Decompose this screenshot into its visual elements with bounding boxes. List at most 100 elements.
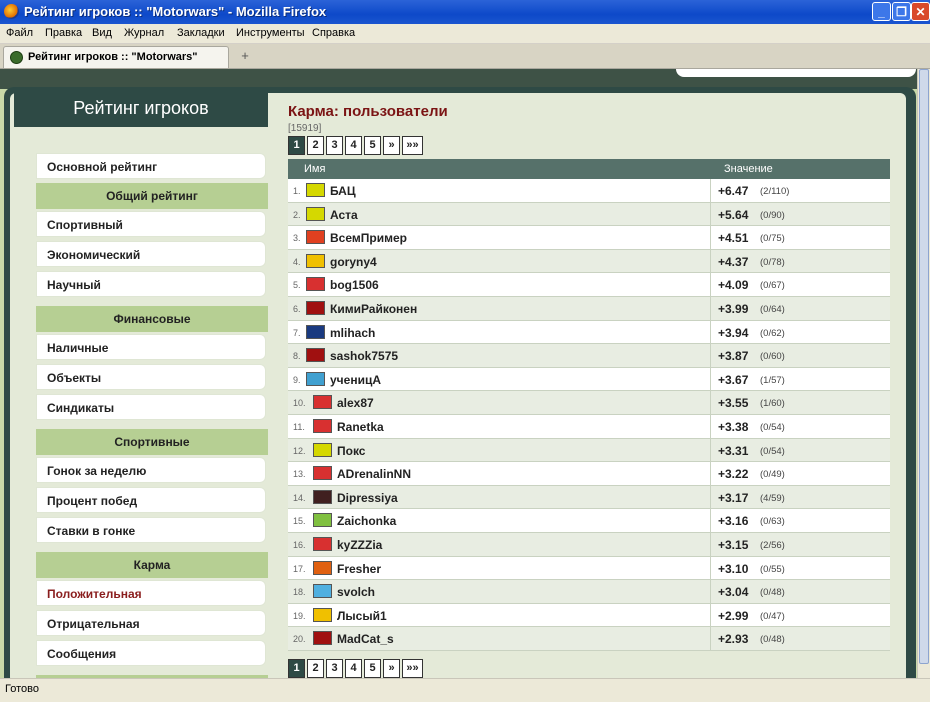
minimize-button[interactable]: _ (872, 2, 891, 21)
column-divider (710, 485, 711, 509)
page-last[interactable]: »» (402, 136, 423, 155)
table-row: 10. alex87 +3.55 (1/60) (288, 391, 890, 415)
new-tab-button[interactable]: + (236, 48, 254, 66)
karma-votes: (2/56) (760, 540, 785, 551)
column-divider (710, 226, 711, 249)
player-avatar-icon (313, 395, 332, 410)
page-next[interactable]: » (383, 136, 400, 155)
row-rank: 11. (293, 422, 305, 432)
menu-bookmarks[interactable]: Закладки (177, 27, 225, 39)
sidebar-item-syndicates[interactable]: Синдикаты (36, 394, 266, 420)
sidebar-item-objects[interactable]: Объекты (36, 364, 266, 390)
column-divider (710, 603, 711, 627)
player-avatar-icon (306, 183, 325, 197)
table-row: 3. ВсемПример +4.51 (0/75) (288, 226, 890, 250)
column-value[interactable]: Значение (724, 163, 773, 175)
sidebar-item-negative[interactable]: Отрицательная (36, 610, 266, 636)
row-rank: 9. (293, 374, 301, 385)
column-divider (710, 367, 711, 391)
page-2[interactable]: 2 (307, 659, 324, 678)
menu-file[interactable]: Файл (6, 27, 33, 39)
sidebar-item-messages[interactable]: Сообщения (36, 640, 266, 666)
vertical-scrollbar[interactable] (917, 69, 930, 678)
player-name-link[interactable]: goryny4 (330, 255, 377, 269)
page-title: Карма: пользователи (288, 103, 448, 120)
karma-votes: (1/60) (760, 398, 785, 410)
player-name-link[interactable]: ADrenalinNN (337, 467, 411, 481)
player-avatar-icon (306, 206, 325, 221)
player-name-link[interactable]: svolch (337, 585, 375, 599)
karma-votes: (0/60) (760, 351, 785, 363)
karma-votes: (0/90) (760, 209, 785, 221)
table-header: Имя Значение (288, 159, 890, 179)
sidebar-item-race-bets[interactable]: Ставки в гонке (36, 517, 266, 543)
sidebar-item-cash[interactable]: Наличные (36, 334, 266, 360)
status-text: Готово (5, 683, 39, 695)
player-name-link[interactable]: Zaichonka (337, 514, 396, 528)
player-name-link[interactable]: kyZZZia (337, 538, 382, 552)
column-divider (710, 320, 711, 344)
karma-votes: (0/78) (760, 256, 785, 268)
menu-edit[interactable]: Правка (45, 27, 82, 39)
table-row: 18. svolch +3.04 (0/48) (288, 580, 890, 604)
page-5[interactable]: 5 (364, 136, 381, 155)
menu-view[interactable]: Вид (92, 27, 112, 39)
sidebar-item-main-rating[interactable]: Основной рейтинг (36, 153, 266, 179)
close-button[interactable]: ✕ (911, 2, 930, 21)
sidebar-item-sport[interactable]: Спортивный (36, 211, 266, 237)
karma-votes: (0/75) (760, 233, 785, 245)
player-name-link[interactable]: Аста (330, 208, 358, 222)
page-5[interactable]: 5 (364, 659, 381, 678)
page-last[interactable]: »» (402, 659, 423, 678)
player-name-link[interactable]: Покс (337, 444, 365, 458)
top-search-box[interactable] (676, 69, 916, 77)
karma-votes: (0/63) (760, 516, 785, 528)
player-name-link[interactable]: Dipressiya (337, 491, 398, 505)
scrollbar-thumb[interactable] (919, 69, 929, 664)
player-name-link[interactable]: Ranetka (337, 420, 384, 434)
sidebar-item-races-week[interactable]: Гонок за неделю (36, 457, 266, 483)
player-name-link[interactable]: Fresher (337, 562, 381, 576)
column-divider (710, 273, 711, 296)
player-avatar-icon (313, 513, 332, 528)
karma-votes: (1/57) (760, 374, 785, 386)
row-rank: 10. (293, 398, 306, 409)
player-avatar-icon (313, 442, 332, 457)
player-name-link[interactable]: bog1506 (330, 278, 379, 292)
menu-history[interactable]: Журнал (124, 27, 164, 39)
player-name-link[interactable]: alex87 (337, 396, 374, 410)
player-name-link[interactable]: mlihach (330, 326, 375, 340)
player-name-link[interactable]: Лысый1 (337, 609, 387, 623)
karma-score: +3.16 (718, 514, 749, 529)
player-name-link[interactable]: ученицА (330, 373, 381, 387)
sidebar-item-positive[interactable]: Положительная (36, 580, 266, 606)
table-row: 12. Покс +3.31 (0/54) (288, 438, 890, 463)
page-1[interactable]: 1 (288, 659, 305, 678)
table-row: 13. ADrenalinNN +3.22 (0/49) (288, 462, 890, 486)
player-name-link[interactable]: sashok7575 (330, 349, 398, 363)
status-bar: Готово (0, 678, 930, 702)
menu-tools[interactable]: Инструменты (236, 27, 305, 39)
page-3[interactable]: 3 (326, 136, 343, 155)
page-2[interactable]: 2 (307, 136, 324, 155)
karma-score: +2.93 (718, 632, 749, 647)
sidebar-item-science[interactable]: Научный (36, 271, 266, 297)
page-4[interactable]: 4 (345, 136, 362, 155)
menu-help[interactable]: Справка (312, 27, 355, 39)
table-row: 2. Аста +5.64 (0/90) (288, 202, 890, 227)
restore-button[interactable]: ❐ (892, 2, 911, 21)
sidebar-item-economic[interactable]: Экономический (36, 241, 266, 267)
page-3[interactable]: 3 (326, 659, 343, 678)
sidebar-item-win-percent[interactable]: Процент побед (36, 487, 266, 513)
column-name[interactable]: Имя (304, 163, 325, 175)
page-next[interactable]: » (383, 659, 400, 678)
tab-rating[interactable]: Рейтинг игроков :: "Motorwars" (3, 46, 229, 68)
player-name-link[interactable]: КимиРайконен (330, 302, 417, 316)
karma-votes: (4/59) (760, 492, 785, 504)
page-1[interactable]: 1 (288, 136, 305, 155)
player-name-link[interactable]: ВсемПример (330, 231, 407, 245)
player-name-link[interactable]: БАЦ (330, 184, 356, 198)
page-4[interactable]: 4 (345, 659, 362, 678)
column-divider (710, 179, 711, 202)
player-name-link[interactable]: MadCat_s (337, 632, 394, 646)
